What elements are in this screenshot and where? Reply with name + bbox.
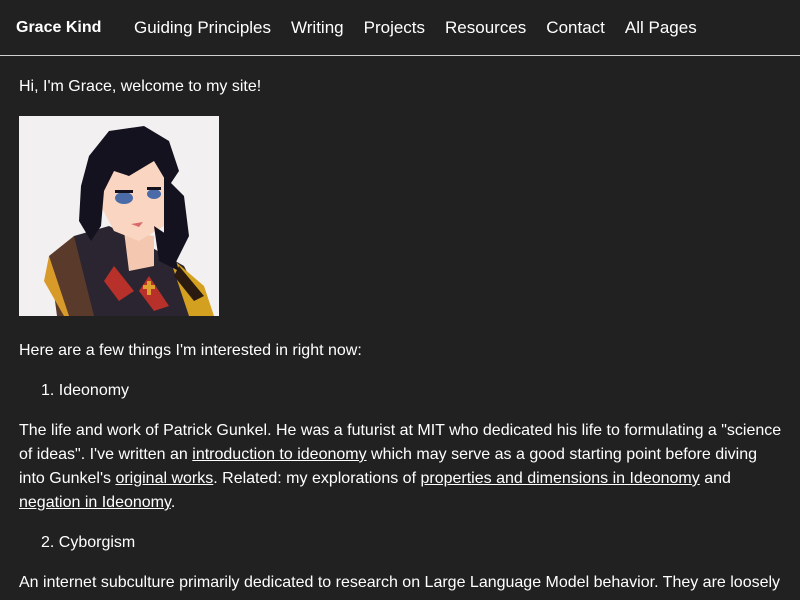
paragraph-text: .	[170, 494, 176, 511]
nav-resources[interactable]: Resources	[445, 16, 526, 40]
link-introduction-to-ideonomy[interactable]: introduction to ideonomy	[192, 446, 366, 463]
interest-description-ideonomy: The life and work of Patrick Gunkel. He …	[19, 419, 784, 515]
profile-avatar-image	[19, 116, 219, 316]
nav-links: Guiding Principles Writing Projects Reso…	[134, 16, 717, 40]
nav-all-pages[interactable]: All Pages	[625, 16, 697, 40]
greeting-text: Hi, I'm Grace, welcome to my site!	[19, 78, 262, 95]
site-brand-link[interactable]: Grace Kind	[16, 16, 101, 40]
top-navigation-bar: Grace Kind Guiding Principles Writing Pr…	[0, 0, 800, 56]
link-original-works[interactable]: original works	[115, 470, 213, 487]
interest-description-cyborgism: An internet subculture primarily dedicat…	[19, 574, 781, 591]
link-properties-and-dimensions[interactable]: properties and dimensions in Ideonomy	[420, 470, 699, 487]
interest-heading-cyborgism: 2. Cyborgism	[41, 534, 136, 551]
interest-heading-ideonomy: 1. Ideonomy	[41, 382, 130, 399]
nav-writing[interactable]: Writing	[291, 16, 344, 40]
main-content: Hi, I'm Grace, welcome to my site! Here …	[19, 75, 784, 591]
nav-contact[interactable]: Contact	[546, 16, 605, 40]
nav-projects[interactable]: Projects	[364, 16, 425, 40]
link-negation-in-ideonomy[interactable]: negation in Ideonomy	[19, 494, 171, 511]
paragraph-text: and	[699, 470, 731, 487]
paragraph-text: . Related: my explorations of	[213, 470, 421, 487]
nav-guiding-principles[interactable]: Guiding Principles	[134, 16, 271, 40]
intro-text: Here are a few things I'm interested in …	[19, 342, 362, 359]
